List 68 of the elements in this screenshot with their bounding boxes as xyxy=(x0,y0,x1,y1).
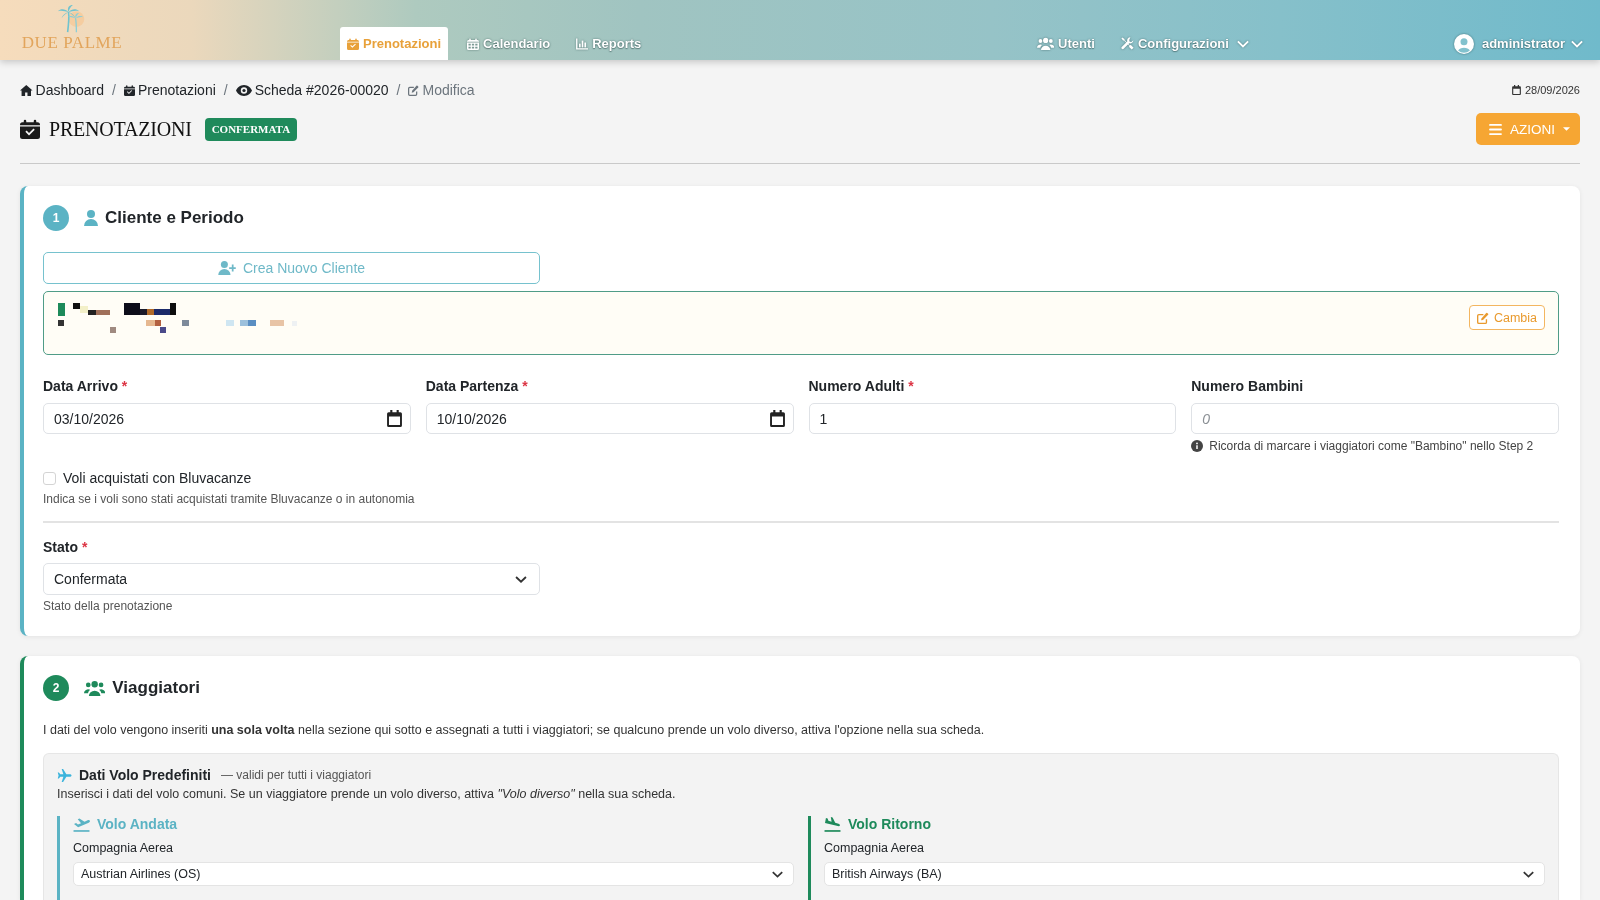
breadcrumb-link[interactable]: Dashboard xyxy=(20,82,105,98)
number-input[interactable]: 1 xyxy=(808,403,1177,434)
leg-title: Volo Andata xyxy=(97,816,178,832)
field-label: Stato * xyxy=(43,538,89,557)
user-avatar-icon xyxy=(1453,33,1474,54)
chevron-down-icon xyxy=(515,575,527,583)
field-label: Compagnia Aerea xyxy=(73,840,175,856)
airline-select[interactable]: Austrian Airlines (OS) xyxy=(73,862,794,886)
panel-description: Inserisci i dati del volo comuni. Se un viaggiatore prende un volo diverso, attiva "Volo diverso" nella sua scheda. xyxy=(57,786,677,802)
edit-icon xyxy=(1476,311,1489,324)
date-input[interactable]: 10/10/2026 xyxy=(425,403,794,434)
field-label: Numero Bambini xyxy=(1191,377,1305,396)
calendar-check-icon xyxy=(20,118,40,140)
step-number: 1 xyxy=(43,205,69,231)
tools-icon xyxy=(1120,37,1134,50)
section-title: Cliente e Periodo xyxy=(105,207,244,229)
checkbox[interactable] xyxy=(43,471,56,485)
home-icon xyxy=(20,84,33,96)
calendar-check-icon xyxy=(347,37,359,50)
intro-text: I dati del volo vengono inseriti una sola volta nella sezione qui sotto e assegnati a tutti i viaggiatori; se qualcuno prende un volo diverso, attiva l'opzione nella sua scheda. xyxy=(43,722,986,739)
breadcrumb-separator: / xyxy=(395,82,402,98)
user-icon xyxy=(84,210,98,226)
date-input[interactable]: 03/10/2026 xyxy=(43,403,411,434)
breadcrumb-separator: / xyxy=(222,82,229,98)
field-label: Numero Adulti * xyxy=(808,377,915,396)
eye-icon xyxy=(235,84,252,96)
breadcrumb-link[interactable]: Prenotazioni xyxy=(123,82,216,98)
calendar-icon xyxy=(769,410,785,427)
info-icon xyxy=(1191,440,1204,452)
field-label: Data Partenza * xyxy=(425,377,529,396)
panel-title: Dati Volo Predefiniti xyxy=(79,767,211,783)
calendar-icon xyxy=(386,410,402,427)
bar-chart-icon xyxy=(576,37,589,50)
airline-select[interactable]: British Airways (BA) xyxy=(824,862,1545,886)
plane-landing-icon xyxy=(824,816,841,832)
users-icon xyxy=(84,680,106,696)
help-text: Indica se i voli sono stati acquistati tramite Bluvacanze o in autonomia xyxy=(43,491,416,507)
plane-takeoff-icon xyxy=(73,816,90,832)
caret-icon xyxy=(1563,127,1570,131)
calendar-icon xyxy=(1511,85,1521,95)
chevron-down-icon xyxy=(1571,39,1583,48)
checkbox-label[interactable]: Voli acquistati con Bluvacanze xyxy=(63,470,252,486)
step-number: 2 xyxy=(43,675,69,701)
calendar-icon xyxy=(467,37,479,50)
panel-subtitle: — validi per tutti i viaggiatori xyxy=(221,768,372,782)
status-badge: CONFERMATA xyxy=(204,117,298,141)
current-page-text: Modifica xyxy=(408,82,475,98)
status-select[interactable]: Confermata xyxy=(43,563,540,595)
logo-text: DUE PALME xyxy=(21,35,123,50)
chevron-down-icon xyxy=(1236,39,1249,48)
edit-icon xyxy=(408,84,420,96)
section-title: Viaggiatori xyxy=(112,677,200,699)
chevron-down-icon xyxy=(1523,870,1534,878)
plane-icon xyxy=(57,767,72,783)
leg-title: Volo Ritorno xyxy=(848,816,931,832)
chevron-down-icon xyxy=(772,870,783,878)
breadcrumb-link[interactable]: Scheda #2026-00020 xyxy=(235,82,389,98)
calendar-check-icon xyxy=(123,84,135,96)
page-title: PRENOTAZIONI xyxy=(49,117,192,141)
hint-text: Ricorda di marcare i viaggiatori come "Bambino" nello Step 2 xyxy=(1209,438,1534,454)
field-label: Data Arrivo * xyxy=(43,377,129,396)
field-label: Compagnia Aerea xyxy=(824,840,926,856)
breadcrumb-separator: / xyxy=(111,82,117,98)
help-text: Stato della prenotazione xyxy=(43,598,174,614)
user-plus-icon xyxy=(217,261,236,275)
users-icon xyxy=(1036,37,1055,50)
date-text: 28/09/2026 xyxy=(1524,84,1580,96)
menu-icon xyxy=(1489,123,1502,135)
